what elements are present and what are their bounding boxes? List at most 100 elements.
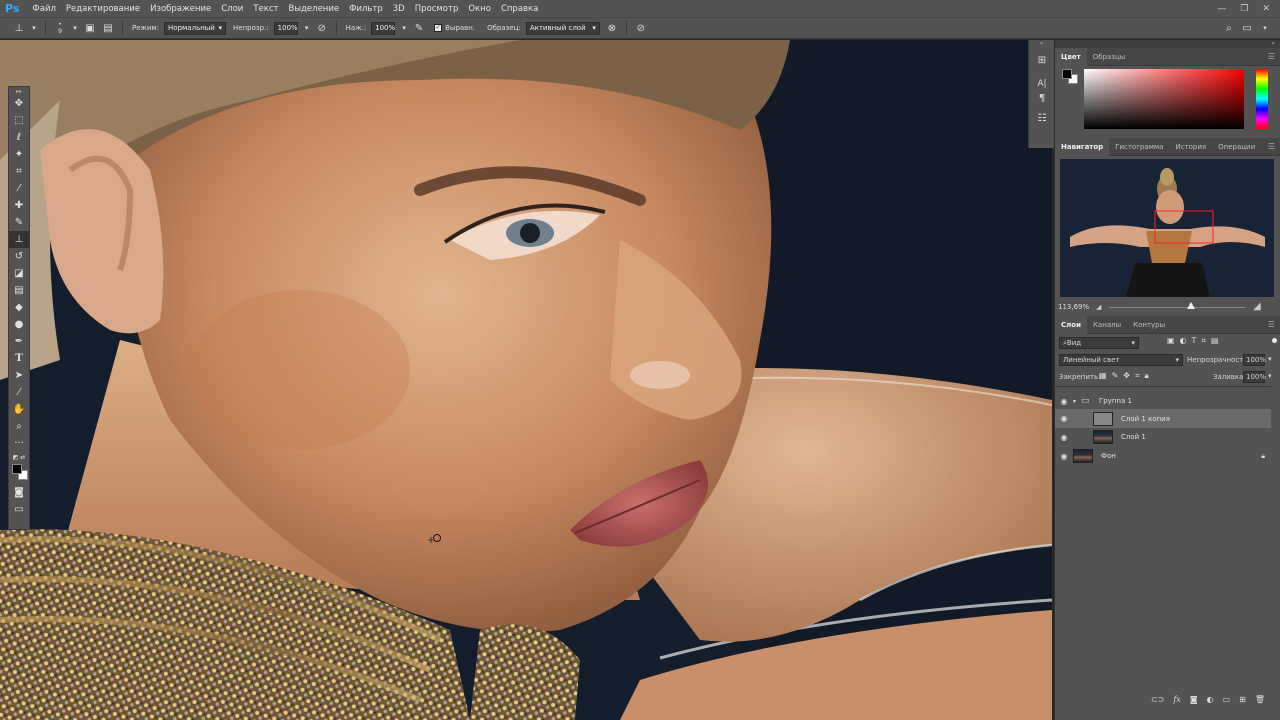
menu-window[interactable]: Окно	[463, 4, 496, 14]
opacity-dropdown-icon[interactable]: ▾	[303, 21, 311, 35]
panel-menu-icon[interactable]: ☰	[1268, 52, 1280, 61]
filter-pixel-icon[interactable]: ▣	[1167, 336, 1175, 346]
tab-channels[interactable]: Каналы	[1087, 316, 1127, 334]
menu-layers[interactable]: Слои	[216, 4, 248, 14]
adjustment-layer-icon[interactable]: ◐	[1207, 695, 1214, 704]
zoom-slider-track[interactable]	[1109, 307, 1245, 308]
trash-icon[interactable]: 🗑︎	[1255, 695, 1265, 704]
character-panel-icon[interactable]: A|	[1031, 74, 1053, 94]
layer-opacity-input[interactable]: 100%	[1243, 354, 1266, 366]
eye-icon[interactable]: ◉	[1055, 452, 1073, 461]
opacity-input[interactable]: 100%	[273, 21, 298, 35]
fill-input[interactable]: 100%	[1243, 371, 1266, 383]
crop-tool-icon[interactable]: ⌗	[9, 163, 29, 180]
eye-icon[interactable]: ◉	[1055, 397, 1073, 406]
tab-color[interactable]: Цвет	[1055, 47, 1087, 66]
tab-swatches[interactable]: Образцы	[1087, 48, 1132, 66]
flow-input[interactable]: 100%	[371, 21, 395, 35]
brush-picker-dropdown-icon[interactable]: ▾	[71, 21, 79, 35]
dodge-tool-icon[interactable]: ●	[9, 316, 29, 333]
document-canvas[interactable]	[0, 40, 1052, 720]
link-layers-icon[interactable]: ⊂⊃	[1151, 695, 1164, 704]
clone-stamp-tool-icon[interactable]: ⊥	[9, 231, 29, 248]
mode-select[interactable]: Нормальный ▾	[164, 21, 227, 35]
color-swatches[interactable]	[9, 462, 29, 484]
tab-history[interactable]: История	[1169, 138, 1212, 156]
new-group-icon[interactable]: ▭	[1223, 695, 1231, 704]
tab-layers[interactable]: Слои	[1055, 315, 1087, 334]
menu-file[interactable]: Файл	[27, 4, 60, 14]
filter-adjustment-icon[interactable]: ◐	[1180, 336, 1187, 346]
quick-mask-icon[interactable]: ◙	[9, 484, 29, 501]
eraser-tool-icon[interactable]: ◪	[9, 265, 29, 282]
clone-stamp-preset-icon[interactable]: ⊥	[12, 21, 26, 35]
filter-toggle[interactable]	[1272, 338, 1277, 343]
eyedropper-tool-icon[interactable]: ⁄	[9, 180, 29, 197]
type-tool-icon[interactable]: T	[9, 350, 29, 367]
zoom-in-icon[interactable]: ◢	[1253, 301, 1261, 312]
collapse-icon[interactable]: «	[1029, 40, 1054, 47]
preset-dropdown-icon[interactable]: ▾	[30, 21, 38, 35]
lasso-tool-icon[interactable]: ℓ	[9, 129, 29, 146]
lock-pixels-icon[interactable]: ✎	[1112, 371, 1119, 381]
lock-all-icon[interactable]: 🔒︎	[1144, 371, 1148, 381]
color-field[interactable]	[1084, 69, 1244, 129]
eye-icon[interactable]: ◉	[1055, 414, 1073, 423]
add-mask-icon[interactable]: ◙	[1190, 695, 1198, 704]
flow-dropdown-icon[interactable]: ▾	[400, 21, 408, 35]
paragraph-panel-icon[interactable]: ¶	[1031, 92, 1053, 104]
foreground-color-swatch[interactable]	[12, 464, 22, 474]
tab-paths[interactable]: Контуры	[1127, 316, 1171, 334]
fill-dropdown-icon[interactable]: ▾	[1268, 372, 1272, 380]
clone-source-panel-icon[interactable]: ⊞	[1031, 50, 1053, 70]
pressure-size-icon[interactable]: ⊘	[634, 21, 648, 35]
search-icon[interactable]: ⌕	[1222, 21, 1236, 35]
close-icon[interactable]: ✕	[1262, 4, 1270, 14]
navigator-zoom-value[interactable]: 113,69%	[1058, 303, 1089, 311]
layer-row[interactable]: ◉ Слой 1	[1055, 428, 1271, 446]
more-tools-icon[interactable]: ···	[9, 435, 29, 452]
tab-navigator[interactable]: Навигатор	[1055, 137, 1110, 156]
gradient-tool-icon[interactable]: ▤	[9, 282, 29, 299]
lock-position-icon[interactable]: ✥	[1123, 371, 1130, 381]
menu-3d[interactable]: 3D	[388, 4, 410, 14]
zoom-tool-icon[interactable]: ⌕	[9, 418, 29, 435]
ignore-adjustment-icon[interactable]: ⊗	[605, 21, 619, 35]
layer-style-icon[interactable]: fx	[1173, 695, 1180, 704]
restore-icon[interactable]: ❐	[1240, 4, 1248, 14]
workspace-dropdown-icon[interactable]: ▾	[1258, 21, 1272, 35]
filter-smart-icon[interactable]: ▤	[1211, 336, 1219, 346]
workspace-icon[interactable]: ▭	[1240, 21, 1254, 35]
tab-actions[interactable]: Операции	[1212, 138, 1261, 156]
hand-tool-icon[interactable]: ✋	[9, 401, 29, 418]
layer-row-group[interactable]: ◉ ▾ ▭ Группа 1	[1055, 392, 1271, 410]
menu-select[interactable]: Выделение	[284, 4, 345, 14]
zoom-slider-thumb[interactable]	[1186, 302, 1195, 309]
layer-row-selected[interactable]: ◉ Слой 1 копия	[1055, 409, 1271, 428]
default-colors-icon[interactable]: ◩ ⇄	[9, 452, 29, 462]
brush-panel-icon[interactable]: ▣	[83, 21, 97, 35]
properties-panel-icon[interactable]: ☷	[1031, 108, 1053, 128]
layer-row-background[interactable]: ◉ Фон 🔒︎	[1055, 447, 1271, 465]
menu-view[interactable]: Просмотр	[410, 4, 464, 14]
hue-slider[interactable]	[1256, 69, 1268, 129]
screen-mode-icon[interactable]: ▭	[9, 501, 29, 518]
healing-brush-tool-icon[interactable]: ✚	[9, 197, 29, 214]
menu-image[interactable]: Изображение	[145, 4, 216, 14]
lock-artboard-icon[interactable]: ⌗	[1135, 371, 1140, 381]
tools-panel-grip[interactable]: ▸▸	[9, 87, 29, 95]
clone-source-icon[interactable]: ▤	[101, 21, 115, 35]
aligned-checkbox[interactable]: ✓	[434, 24, 443, 32]
brush-tool-icon[interactable]: ✎	[9, 214, 29, 231]
navigator-thumbnail[interactable]	[1060, 159, 1274, 297]
blend-mode-select[interactable]: Линейный свет ▾	[1059, 354, 1183, 366]
pressure-opacity-icon[interactable]: ⊘	[315, 21, 329, 35]
new-layer-icon[interactable]: ⊞	[1239, 695, 1246, 704]
menu-filter[interactable]: Фильтр	[344, 4, 388, 14]
menu-help[interactable]: Справка	[496, 4, 543, 14]
marquee-tool-icon[interactable]: ⬚	[9, 112, 29, 129]
brush-size-picker[interactable]: • 9	[53, 21, 67, 35]
minimize-icon[interactable]: —	[1217, 4, 1226, 14]
filter-type-icon[interactable]: T	[1192, 336, 1197, 346]
panel-menu-icon[interactable]: ☰	[1268, 142, 1280, 151]
